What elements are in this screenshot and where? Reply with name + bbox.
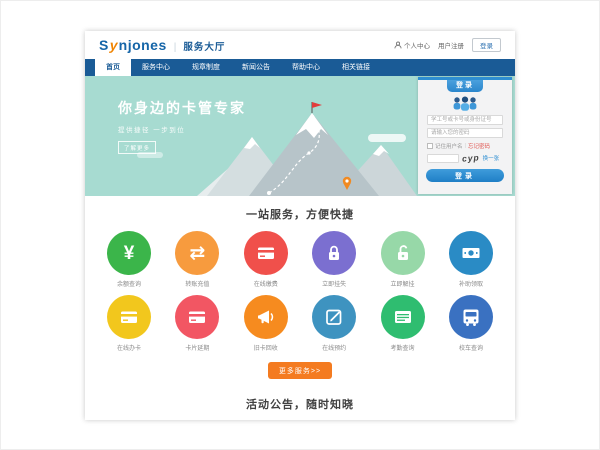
- logo-text: S: [99, 37, 109, 53]
- service-circle: [449, 231, 493, 275]
- bank-card-icon: [254, 241, 278, 265]
- nav-item-news[interactable]: 新闻公告: [231, 59, 281, 76]
- synjones-logo[interactable]: Synjones | 服务大厅: [99, 37, 225, 53]
- transfer-arrows-icon: ⇄: [189, 244, 205, 263]
- announcements-section-title: 活动公告，随时知晓: [85, 396, 515, 412]
- service-circle: [244, 295, 288, 339]
- nav-item-links[interactable]: 相关链接: [331, 59, 381, 76]
- banknote-icon: [459, 241, 483, 265]
- service-item-apply-card[interactable]: 在线办卡: [101, 295, 157, 352]
- hero-banner: 你身边的卡管专家 提供捷径 一步到位 了解更多 登录 记住用户名 | 忘记密码: [85, 76, 515, 196]
- service-item-balance[interactable]: ¥ 余额查询: [101, 231, 157, 288]
- nav-item-rules[interactable]: 规章制度: [181, 59, 231, 76]
- service-label: 补助领取: [443, 279, 499, 288]
- main-nav: 首页 服务中心 规章制度 新闻公告 帮助中心 相关链接: [85, 59, 515, 76]
- nav-item-service-center[interactable]: 服务中心: [131, 59, 181, 76]
- nav-item-help[interactable]: 帮助中心: [281, 59, 331, 76]
- users-icon: [450, 95, 480, 112]
- service-item-online-payment[interactable]: 在线缴费: [238, 231, 294, 288]
- captcha-row: cyp 换一张: [427, 153, 503, 163]
- services-row-2: 在线办卡 卡片延期 旧卡回收 在线预约 考勤查询: [85, 295, 515, 352]
- login-submit-button[interactable]: 登录: [426, 169, 504, 182]
- password-input[interactable]: [427, 128, 503, 138]
- website-page: Synjones | 服务大厅 个人中心 用户注册 登录 首页 服务中心 规章制…: [85, 31, 515, 420]
- hero-copy: 你身边的卡管专家 提供捷径 一步到位 了解更多: [118, 98, 246, 155]
- more-services-button[interactable]: 更多服务>>: [268, 362, 332, 379]
- captcha-refresh-link[interactable]: 换一张: [483, 154, 500, 162]
- service-item-report-loss[interactable]: 立即挂失: [306, 231, 362, 288]
- person-icon: [394, 41, 402, 49]
- edit-icon: [322, 305, 346, 329]
- service-circle: [312, 231, 356, 275]
- login-tab[interactable]: 登录: [447, 80, 483, 92]
- username-input[interactable]: [427, 115, 503, 125]
- remember-label: 记住用户名: [435, 142, 463, 150]
- services-row-1: ¥ 余额查询 ⇄ 转账充值 在线缴费 立即挂失 立即解挂: [85, 231, 515, 288]
- hero-subtitle: 提供捷径 一步到位: [118, 124, 246, 134]
- service-item-school-bus[interactable]: 校车查询: [443, 295, 499, 352]
- attendance-icon: [391, 305, 415, 329]
- lock-icon: [322, 241, 346, 265]
- site-header: Synjones | 服务大厅 个人中心 用户注册 登录: [85, 31, 515, 59]
- logo-divider: |: [174, 42, 177, 53]
- site-name: 服务大厅: [183, 39, 225, 53]
- service-item-card-extension[interactable]: 卡片延期: [169, 295, 225, 352]
- flag-icon: [312, 102, 322, 108]
- remember-row: 记住用户名 | 忘记密码: [427, 142, 503, 150]
- services-section-title: 一站服务，方便快捷: [85, 206, 515, 222]
- user-register-link[interactable]: 用户注册: [438, 40, 464, 50]
- divider: |: [465, 143, 466, 149]
- service-label: 余额查询: [101, 279, 157, 288]
- logo-text: njones: [119, 37, 167, 53]
- bank-card-icon: [185, 305, 209, 329]
- service-label: 考勤查询: [375, 343, 431, 352]
- megaphone-icon: [254, 305, 278, 329]
- hero-cta-button[interactable]: 了解更多: [118, 141, 156, 154]
- service-circle: [381, 231, 425, 275]
- service-circle: [381, 295, 425, 339]
- service-label: 卡片延期: [169, 343, 225, 352]
- yen-icon: ¥: [124, 244, 135, 263]
- service-circle: [244, 231, 288, 275]
- service-label: 在线预约: [306, 343, 362, 352]
- service-circle: ¥: [107, 231, 151, 275]
- service-item-online-booking[interactable]: 在线预约: [306, 295, 362, 352]
- service-circle: [175, 295, 219, 339]
- header-login-button[interactable]: 登录: [472, 38, 501, 52]
- service-circle: [107, 295, 151, 339]
- service-label: 在线缴费: [238, 279, 294, 288]
- captcha-input[interactable]: [427, 154, 459, 163]
- service-item-attendance[interactable]: 考勤查询: [375, 295, 431, 352]
- forgot-password-link[interactable]: 忘记密码: [468, 142, 490, 150]
- service-item-card-recycle[interactable]: 旧卡回收: [238, 295, 294, 352]
- service-label: 在线办卡: [101, 343, 157, 352]
- service-item-transfer[interactable]: ⇄ 转账充值: [169, 231, 225, 288]
- service-circle: [449, 295, 493, 339]
- hero-title: 你身边的卡管专家: [118, 98, 246, 118]
- service-label: 转账充值: [169, 279, 225, 288]
- service-circle: [312, 295, 356, 339]
- unlock-icon: [391, 241, 415, 265]
- login-panel: 登录 记住用户名 | 忘记密码 cyp 换一张 登录: [418, 77, 512, 194]
- service-item-subsidy[interactable]: 补助领取: [443, 231, 499, 288]
- service-circle: ⇄: [175, 231, 219, 275]
- personal-center-label: 个人中心: [404, 40, 430, 50]
- captcha-image: cyp: [462, 152, 480, 163]
- header-actions: 个人中心 用户注册 登录: [394, 38, 501, 52]
- bus-icon: [459, 305, 483, 329]
- remember-checkbox[interactable]: [427, 143, 433, 149]
- bank-card-icon: [117, 305, 141, 329]
- personal-center-link[interactable]: 个人中心: [394, 40, 430, 50]
- service-label: 校车查询: [443, 343, 499, 352]
- service-label: 立即挂失: [306, 279, 362, 288]
- service-label: 立即解挂: [375, 279, 431, 288]
- service-item-unlock[interactable]: 立即解挂: [375, 231, 431, 288]
- user-register-label: 用户注册: [438, 40, 464, 50]
- nav-item-home[interactable]: 首页: [95, 59, 131, 76]
- service-label: 旧卡回收: [238, 343, 294, 352]
